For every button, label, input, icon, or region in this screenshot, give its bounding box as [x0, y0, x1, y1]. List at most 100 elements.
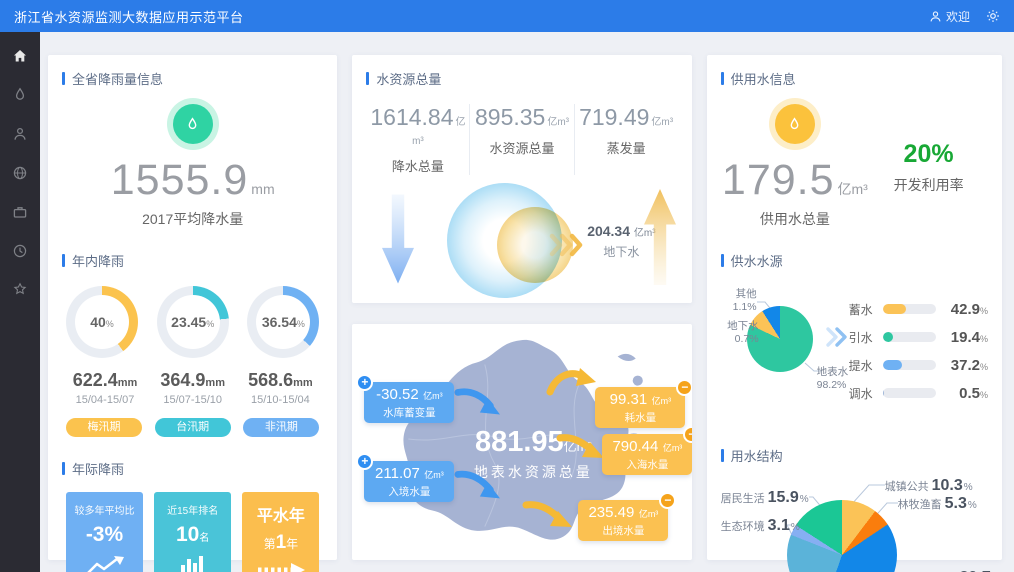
- middle-column: 水资源总量 1614.84亿m³降水总量 895.35亿m³水资源总量 719.…: [352, 55, 691, 560]
- rain-values-row: 622.4mm15/04-15/07 364.9mm15/07-15/10 56…: [62, 370, 323, 406]
- stat-precip: 1614.84亿m³降水总量: [366, 104, 469, 175]
- supply-summary: 179.5亿m³ 供用水总量 20% 开发利用率: [721, 88, 988, 229]
- donut-chart-feixun: 36.54%: [247, 286, 319, 358]
- avg-precip-value: 1555.9mm: [62, 156, 323, 205]
- supply-method-bars: 蓄水42.9% 引水19.4% 提水37.2% 调水0.5%: [849, 300, 988, 412]
- sidebar-item-globe[interactable]: [12, 165, 28, 181]
- section-marker: [62, 254, 65, 267]
- stat-resource: 895.35亿m³水资源总量: [469, 104, 573, 175]
- flow-arrow-out-icon: [522, 497, 574, 533]
- water-supply-panel: 供用水信息 179.5亿m³ 供用水总量 20% 开发利用率 供水水源 其他1.…: [707, 55, 1002, 560]
- supply-source-chart: 其他1.1% 地下水0.7% 地表水98.2% 蓄水42.9% 引水19.4% …: [721, 274, 988, 424]
- rain-drop-badge: [173, 104, 213, 144]
- interannual-cards: 较多年平均比 -3% 近15年排名 10名 平水年 第1年: [62, 492, 323, 572]
- pie-label-other: 其他1.1%: [721, 288, 757, 314]
- sidebar-item-briefcase[interactable]: [12, 204, 28, 220]
- pie-label-groundwater: 地下水0.7%: [721, 320, 759, 346]
- callout-sea-outflow: − 790.44 亿m³ 入海水量: [602, 434, 691, 475]
- resource-stats: 1614.84亿m³降水总量 895.35亿m³水资源总量 719.49亿m³蒸…: [366, 104, 677, 175]
- section-header-usage: 用水结构: [721, 446, 988, 465]
- card-water-year: 平水年 第1年: [242, 492, 319, 572]
- water-cycle-diagram: 204.34 亿m³ 地下水: [366, 183, 677, 323]
- pie-label-ecology: 生态环境3.1%: [721, 517, 791, 535]
- water-drop-icon: [787, 117, 802, 132]
- double-chevron-icon: [825, 326, 849, 348]
- person-icon: [929, 10, 942, 23]
- section-marker: [721, 254, 724, 267]
- bar-fill: [883, 360, 903, 370]
- utilization-label: 开发利用率: [869, 175, 988, 195]
- donut-center: 40%: [75, 295, 129, 349]
- bar-chart-icon: [154, 555, 231, 572]
- dashed-arrow-icon: [242, 562, 319, 572]
- up-arrow-icon: [644, 183, 676, 291]
- donut-center: 36.54%: [256, 295, 310, 349]
- sidebar: [0, 32, 40, 572]
- flow-arrow-in-icon: [454, 384, 500, 420]
- section-marker: [721, 72, 724, 85]
- donut-chart-meixun: 40%: [66, 286, 138, 358]
- bar-row: 提水37.2%: [849, 356, 988, 374]
- utilization-value: 20%: [869, 140, 988, 169]
- app-title: 浙江省水资源监测大数据应用示范平台: [14, 7, 244, 26]
- rain-value-cell: 364.9mm15/07-15/10: [154, 370, 232, 406]
- bar-fill: [883, 388, 884, 398]
- badge-feixun: 非汛期: [243, 418, 319, 437]
- bar-row: 蓄水42.9%: [849, 300, 988, 318]
- section-header-source: 供水水源: [721, 251, 988, 270]
- pie-label-urban-public: 城镇公共10.3%: [885, 477, 973, 495]
- water-usage-chart: 城镇公共10.3% 林牧渔畜5.3% 农业灌溉39.7% 居民生活15.9% 生…: [721, 469, 988, 572]
- water-drop-icon: [185, 117, 200, 132]
- rain-value-cell: 568.6mm15/10-15/04: [241, 370, 319, 406]
- section-header-resource: 水资源总量: [366, 69, 677, 88]
- callout-inbound-water: + 211.07 亿m³ 入境水量: [364, 461, 454, 502]
- bar-fill: [883, 332, 893, 342]
- card-rank: 近15年排名 10名: [154, 492, 231, 572]
- user-menu[interactable]: 欢迎: [929, 8, 970, 25]
- bar-track: [883, 360, 936, 370]
- card-vs-average: 较多年平均比 -3%: [66, 492, 143, 572]
- avg-precip-label: 2017平均降水量: [62, 209, 323, 229]
- section-header-annual: 年内降雨: [62, 251, 323, 270]
- flow-arrow-out-icon: [546, 366, 598, 402]
- gear-icon[interactable]: [986, 9, 1000, 23]
- down-arrow-icon: [382, 189, 414, 289]
- sidebar-item-water-drop[interactable]: [12, 87, 28, 103]
- badge-taixun: 台汛期: [155, 418, 231, 437]
- pie-label-residential: 居民生活15.9%: [721, 489, 809, 507]
- donut-center: 23.45%: [166, 295, 220, 349]
- usage-pie-chart: [787, 500, 897, 572]
- section-marker: [62, 72, 65, 85]
- utilization-rate: 20% 开发利用率: [869, 88, 988, 229]
- welcome-label: 欢迎: [946, 8, 970, 25]
- trend-line-icon: [66, 555, 143, 572]
- supply-drop-badge: [775, 104, 815, 144]
- bar-track: [883, 332, 936, 342]
- dashboard: 全省降雨量信息 1555.9mm 2017平均降水量 年内降雨 40% 23.4…: [40, 32, 1014, 572]
- bar-fill: [883, 304, 906, 314]
- bar-row: 引水19.4%: [849, 328, 988, 346]
- minus-icon: −: [676, 379, 691, 396]
- stat-evaporation: 719.49亿m³蒸发量: [574, 104, 678, 175]
- supply-total: 179.5亿m³ 供用水总量: [721, 88, 870, 229]
- section-marker: [721, 449, 724, 462]
- section-marker: [62, 462, 65, 475]
- donut-row: 40% 23.45% 36.54%: [62, 286, 323, 358]
- section-header-supply: 供用水信息: [721, 69, 988, 88]
- callout-consumed-water: − 99.31 亿m³ 耗水量: [595, 387, 685, 428]
- callout-reservoir-change: + -30.52 亿m³ 水库蓄变量: [364, 382, 454, 423]
- donut-chart-taixun: 23.45%: [157, 286, 229, 358]
- sidebar-item-medal[interactable]: [12, 282, 28, 298]
- callout-outbound-water: − 235.49 亿m³ 出境水量: [578, 500, 668, 541]
- minus-icon: −: [683, 426, 691, 443]
- sidebar-item-home[interactable]: [12, 48, 28, 64]
- section-header-rainfall: 全省降雨量信息: [62, 69, 323, 88]
- bar-track: [883, 304, 936, 314]
- sidebar-item-user[interactable]: [12, 126, 28, 142]
- water-resource-panel: 水资源总量 1614.84亿m³降水总量 895.35亿m³水资源总量 719.…: [352, 55, 691, 303]
- topbar: 浙江省水资源监测大数据应用示范平台 欢迎: [0, 0, 1014, 32]
- bar-row: 调水0.5%: [849, 384, 988, 402]
- sidebar-item-clock[interactable]: [12, 243, 28, 259]
- period-badges: 梅汛期 台汛期 非汛期: [62, 418, 323, 437]
- rain-value-cell: 622.4mm15/04-15/07: [66, 370, 144, 406]
